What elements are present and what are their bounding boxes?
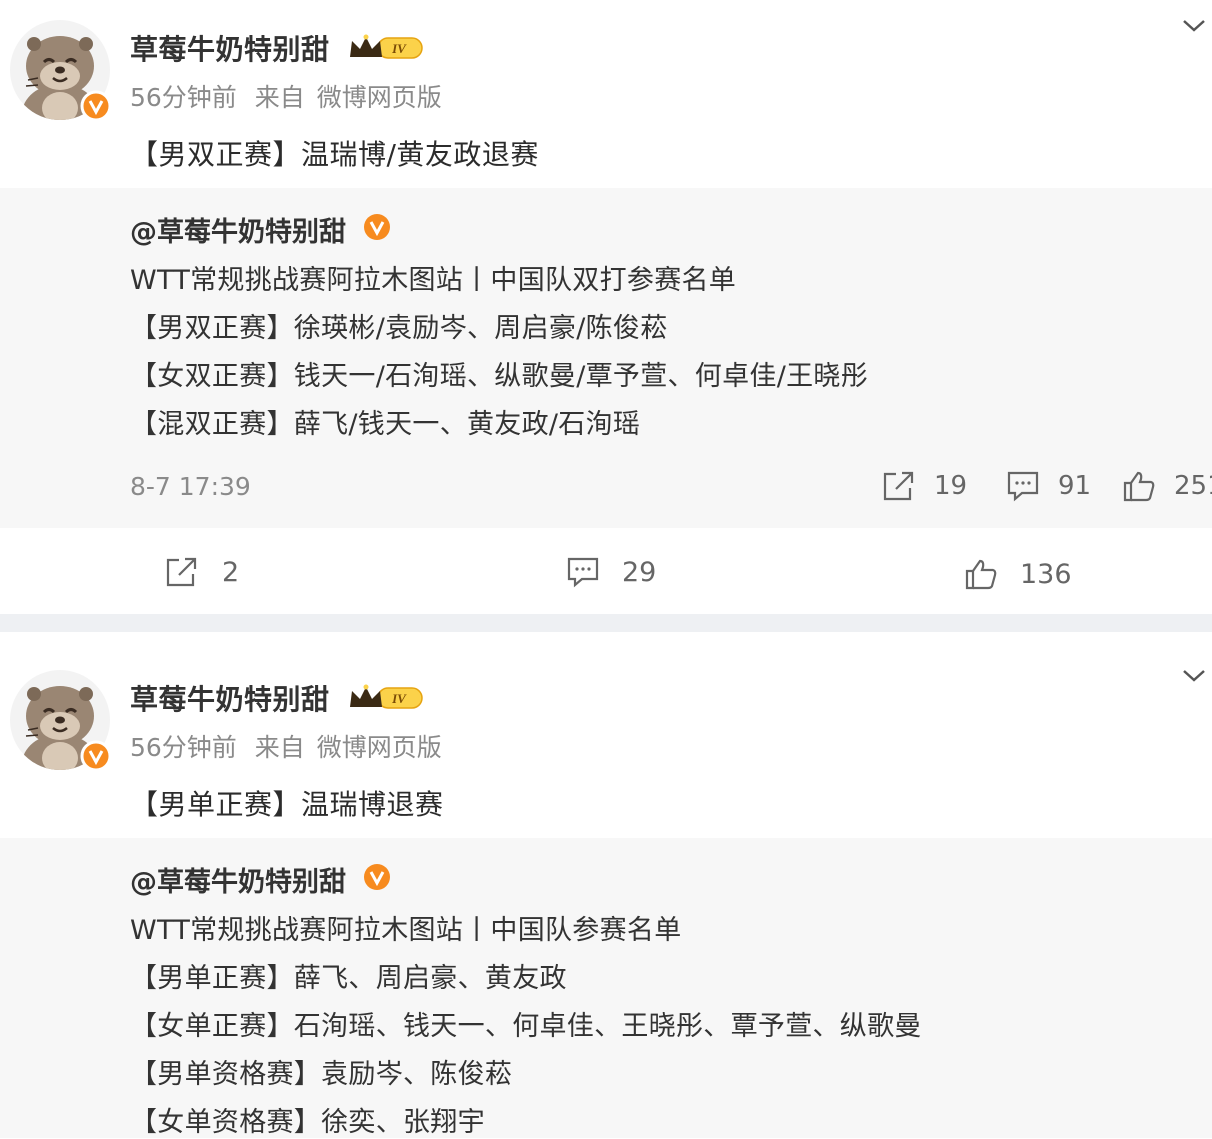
member-level-badge[interactable]: IV xyxy=(348,33,426,63)
source-prefix: 来自 xyxy=(254,83,305,112)
repost-line: 【女双正赛】钱天一/石洵瑶、纵歌曼/覃予萱、何卓佳/王晓彤 xyxy=(130,361,868,392)
repost-line: 【混双正赛】薛飞/钱天一、黄友政/石洵瑶 xyxy=(130,409,641,440)
repost-card[interactable]: @草莓牛奶特别甜 WTT常规挑战赛阿拉木图站丨中国队参赛名单 【男单正赛】薛飞、… xyxy=(0,838,1212,1138)
author-name[interactable]: 草莓牛奶特别甜 xyxy=(130,28,330,68)
repost-share-button[interactable]: 19 xyxy=(882,470,967,502)
repost-author[interactable]: @草莓牛奶特别甜 xyxy=(130,860,346,899)
chevron-down-icon[interactable] xyxy=(1180,16,1208,36)
repost-line: WTT常规挑战赛阿拉木图站丨中国队双打参赛名单 xyxy=(130,265,737,296)
repost-line: WTT常规挑战赛阿拉木图站丨中国队参赛名单 xyxy=(130,915,682,946)
repost-line: 【男双正赛】徐瑛彬/袁励岑、周启豪/陈俊菘 xyxy=(130,313,668,344)
post-time[interactable]: 56分钟前 xyxy=(130,83,237,112)
share-count: 19 xyxy=(934,471,968,501)
share-count: 2 xyxy=(222,556,240,588)
post-time[interactable]: 56分钟前 xyxy=(130,733,237,762)
repost-comment-button[interactable]: 91 xyxy=(1006,470,1091,502)
level-text: IV xyxy=(391,41,407,56)
member-level-badge[interactable]: IV xyxy=(348,683,426,713)
thumbs-up-icon xyxy=(965,559,997,590)
verified-badge-icon xyxy=(80,90,112,122)
post-meta: 56分钟前 来自 微博网页版 xyxy=(130,728,442,764)
source-prefix: 来自 xyxy=(254,733,305,762)
share-icon xyxy=(883,471,914,501)
repost-line: 【男单资格赛】袁励岑、陈俊菘 xyxy=(130,1059,513,1090)
post-text: 【男单正赛】温瑞博退赛 xyxy=(130,788,444,821)
author-name[interactable]: 草莓牛奶特别甜 xyxy=(130,678,330,718)
weibo-post: 草莓牛奶特别甜 IV 56分钟前 来自 微博网页版 【男单正赛】温瑞博退赛 @草… xyxy=(0,632,1212,1138)
post-divider xyxy=(0,614,1212,632)
weibo-post: 草莓牛奶特别甜 IV 56分钟前 来自 微博网页版 【男双正赛】温瑞博/黄友政退… xyxy=(0,0,1212,614)
level-text: IV xyxy=(391,691,407,706)
verified-badge-icon xyxy=(80,740,112,772)
comment-icon xyxy=(1007,471,1039,502)
post-action-bar: 2 29 136 xyxy=(0,528,1212,614)
like-count: 251 xyxy=(1174,471,1212,501)
share-icon xyxy=(166,557,197,587)
verified-badge-icon xyxy=(362,862,392,892)
repost-like-button[interactable]: 251 xyxy=(1122,470,1212,502)
source-name: 微博网页版 xyxy=(316,733,442,762)
repost-author[interactable]: @草莓牛奶特别甜 xyxy=(130,210,346,249)
share-button[interactable]: 2 xyxy=(164,556,239,588)
verified-badge-icon xyxy=(362,212,392,242)
post-meta: 56分钟前 来自 微博网页版 xyxy=(130,78,442,114)
post-text: 【男双正赛】温瑞博/黄友政退赛 xyxy=(130,138,539,171)
repost-line: 【男单正赛】薛飞、周启豪、黄友政 xyxy=(130,963,567,994)
comment-count: 91 xyxy=(1058,471,1092,501)
source-name: 微博网页版 xyxy=(316,83,442,112)
repost-timestamp[interactable]: 8-7 17:39 xyxy=(130,472,251,501)
repost-card[interactable]: @草莓牛奶特别甜 WTT常规挑战赛阿拉木图站丨中国队双打参赛名单 【男双正赛】徐… xyxy=(0,188,1212,528)
repost-line: 【女单资格赛】徐奕、张翔宇 xyxy=(130,1107,485,1138)
chevron-down-icon[interactable] xyxy=(1180,666,1208,686)
like-button[interactable]: 136 xyxy=(964,558,1072,590)
comment-icon xyxy=(567,557,599,588)
comment-button[interactable]: 29 xyxy=(566,556,656,588)
repost-line: 【女单正赛】石洵瑶、钱天一、何卓佳、王晓彤、覃予萱、纵歌曼 xyxy=(130,1011,922,1042)
thumbs-up-icon xyxy=(1123,471,1155,502)
comment-count: 29 xyxy=(622,556,657,588)
like-count: 136 xyxy=(1020,558,1072,590)
